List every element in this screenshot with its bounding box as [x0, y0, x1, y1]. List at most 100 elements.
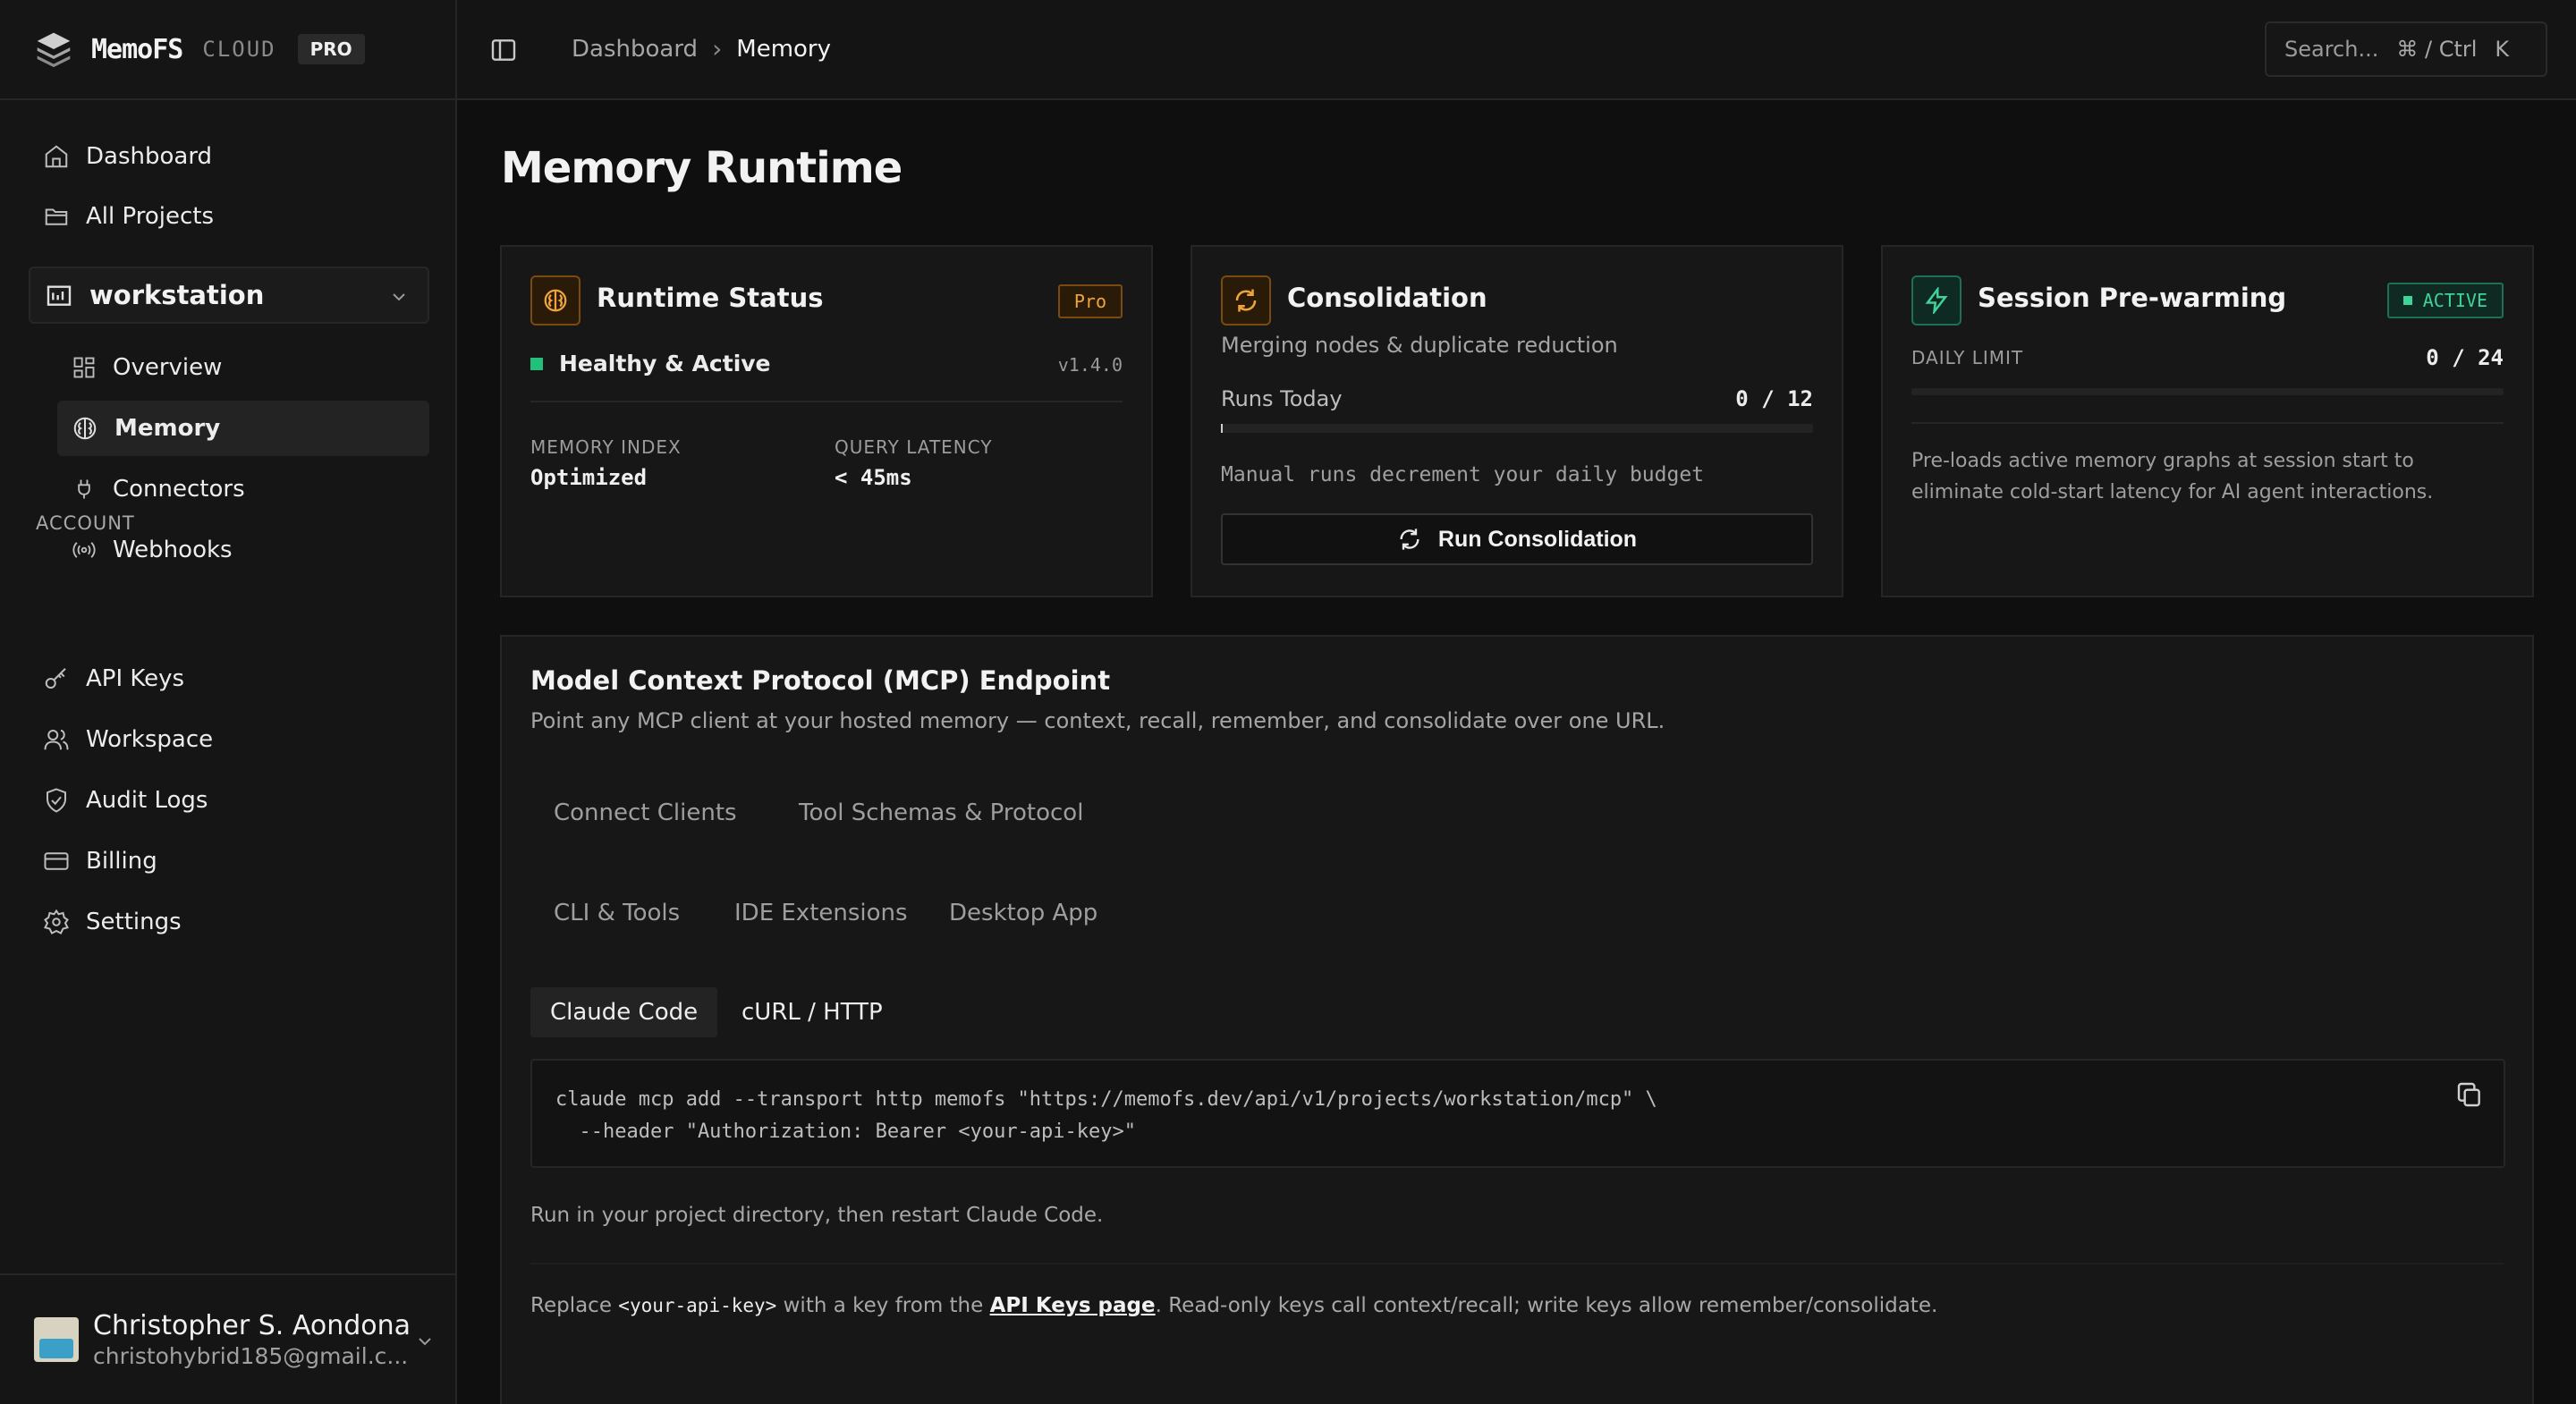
avatar [34, 1317, 79, 1362]
run-consolidation-button[interactable]: Run Consolidation [1221, 513, 1813, 565]
api-keys-page-link[interactable]: API Keys page [990, 1294, 1156, 1317]
status-text: Healthy & Active [559, 351, 771, 376]
prewarming-card: Session Pre-warming ACTIVE DAILY LIMIT 0… [1881, 245, 2534, 597]
search-shortcut-key: K [2495, 37, 2510, 62]
project-folder-icon [47, 285, 72, 306]
copy-icon[interactable] [2455, 1080, 2484, 1109]
breadcrumb-dashboard[interactable]: Dashboard [572, 36, 698, 63]
mcp-subtitle: Point any MCP client at your hosted memo… [530, 708, 1665, 733]
run-consolidation-label: Run Consolidation [1437, 526, 1638, 552]
divider [530, 1263, 2504, 1264]
sidebar-item-memory[interactable]: Memory [57, 401, 429, 456]
daily-limit-progress-bar [1911, 388, 2504, 395]
credit-card-icon [44, 852, 69, 870]
sidebar-item-label: Webhooks [113, 537, 233, 563]
workspace-selector[interactable]: workstation [29, 266, 429, 324]
broadcast-icon [72, 542, 96, 558]
subtab-curl-http[interactable]: cURL / HTTP [722, 987, 902, 1037]
card-title: Consolidation [1287, 283, 1487, 313]
search-input[interactable]: Search... ⌘ / Ctrl K [2265, 21, 2547, 77]
budget-note: Manual runs decrement your daily budget [1221, 463, 1705, 486]
sidebar-item-connectors[interactable]: Connectors [57, 461, 429, 517]
page-title: Memory Runtime [501, 143, 902, 193]
brain-status-icon [530, 275, 580, 326]
sidebar-item-label: Connectors [113, 476, 245, 503]
plug-icon [78, 479, 90, 499]
user-menu[interactable]: Christopher S. Aondona christohybrid185@… [0, 1273, 455, 1404]
sidebar-item-settings[interactable]: Settings [29, 894, 429, 950]
sidebar: MemoFS CLOUD PRO Dashboard All Projects … [0, 0, 457, 1404]
subtab-claude-code[interactable]: Claude Code [530, 987, 718, 1037]
sidebar-item-label: Billing [86, 848, 157, 875]
refresh-icon [1400, 529, 1419, 550]
sidebar-toggle-icon[interactable] [489, 36, 518, 64]
sidebar-item-label: Audit Logs [86, 787, 208, 814]
card-title: Runtime Status [597, 283, 824, 313]
sidebar-item-api-keys[interactable]: API Keys [29, 651, 429, 706]
gear-icon [44, 909, 69, 935]
tab-desktop-app[interactable]: Desktop App [949, 900, 1097, 926]
card-title: Session Pre-warming [1978, 283, 2287, 313]
sidebar-item-label: API Keys [86, 665, 185, 692]
brand[interactable]: MemoFS CLOUD PRO [0, 0, 455, 100]
status-dot [530, 357, 543, 370]
run-hint: Run in your project directory, then rest… [530, 1204, 1104, 1227]
query-latency-label: QUERY LATENCY [835, 436, 993, 458]
home-icon [45, 145, 68, 168]
folder-icon [45, 208, 68, 225]
runs-progress-fill [1221, 424, 1223, 433]
topbar: Dashboard › Memory Search... ⌘ / Ctrl K [457, 0, 2576, 100]
sidebar-item-label: Memory [114, 415, 221, 442]
sidebar-item-label: Settings [86, 909, 182, 935]
memory-index-label: MEMORY INDEX [530, 436, 682, 458]
sidebar-item-label: Dashboard [86, 143, 213, 170]
brand-suffix: CLOUD [202, 37, 276, 62]
sidebar-item-overview[interactable]: Overview [57, 340, 429, 395]
tab-tool-schemas[interactable]: Tool Schemas & Protocol [799, 799, 1083, 826]
sidebar-item-label: Workspace [86, 726, 214, 753]
code-line: claude mcp add --transport http memofs "… [555, 1088, 1657, 1111]
query-latency-value: < 45ms [835, 465, 912, 490]
sidebar-item-billing[interactable]: Billing [29, 833, 429, 889]
api-key-placeholder: <your-api-key> [618, 1295, 777, 1316]
note-text: with a key from the [776, 1294, 990, 1317]
code-line: --header "Authorization: Bearer <your-ap… [555, 1121, 1137, 1143]
brain-icon [73, 417, 97, 440]
users-icon [44, 730, 69, 750]
runs-today-label: Runs Today [1221, 386, 1343, 411]
sidebar-item-dashboard[interactable]: Dashboard [29, 129, 429, 184]
search-placeholder: Search... [2284, 37, 2379, 62]
note-text: . Read-only keys call context/recall; wr… [1155, 1294, 1938, 1317]
prewarming-description: Pre-loads active memory graphs at sessio… [1911, 445, 2433, 508]
card-subtitle: Merging nodes & duplicate reduction [1221, 333, 1618, 358]
sidebar-item-all-projects[interactable]: All Projects [29, 189, 429, 244]
sidebar-item-label: Overview [113, 354, 223, 381]
code-snippet[interactable]: claude mcp add --transport http memofs "… [530, 1059, 2505, 1168]
tab-cli-tools[interactable]: CLI & Tools [554, 900, 680, 926]
version-label: v1.4.0 [1057, 354, 1123, 376]
mcp-endpoint-card: Model Context Protocol (MCP) Endpoint Po… [500, 635, 2534, 1404]
refresh-icon [1221, 275, 1271, 326]
chevron-right-icon: › [712, 34, 723, 63]
mcp-title: Model Context Protocol (MCP) Endpoint [530, 665, 1111, 696]
active-dot [2402, 296, 2412, 305]
api-key-note: Replace <your-api-key> with a key from t… [530, 1294, 1937, 1317]
user-email: christohybrid185@gmail.c... [93, 1343, 409, 1369]
tab-connect-clients[interactable]: Connect Clients [554, 799, 737, 826]
daily-limit-label: DAILY LIMIT [1911, 347, 2024, 368]
layers-logo-icon [37, 32, 71, 68]
divider [1911, 422, 2504, 424]
sidebar-item-audit-logs[interactable]: Audit Logs [29, 773, 429, 828]
runs-today-value: 0 / 12 [1735, 386, 1813, 411]
brand-name: MemoFS [91, 33, 183, 65]
pro-badge: Pro [1057, 284, 1123, 318]
key-icon [45, 668, 66, 689]
active-badge-text: ACTIVE [2422, 290, 2487, 311]
sidebar-item-workspace[interactable]: Workspace [29, 712, 429, 767]
search-shortcut: ⌘ / Ctrl [2396, 37, 2478, 62]
shield-icon [47, 788, 66, 813]
breadcrumb-current: Memory [736, 35, 832, 63]
sidebar-item-label: All Projects [86, 203, 214, 230]
tab-ide-extensions[interactable]: IDE Extensions [734, 900, 908, 926]
chevron-down-icon [419, 1338, 431, 1346]
